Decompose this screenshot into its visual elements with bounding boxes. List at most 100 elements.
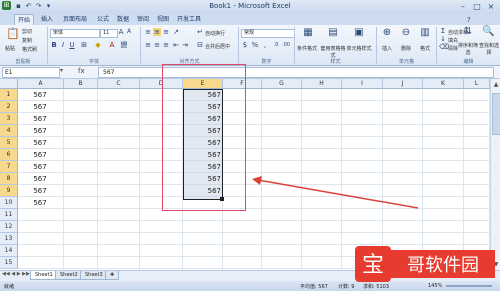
currency-icon[interactable]: $: [241, 41, 249, 49]
increase-decimal-icon[interactable]: .0: [272, 41, 280, 49]
zoom-level[interactable]: 145%: [428, 283, 442, 289]
fill-color-icon[interactable]: ◆: [94, 41, 102, 49]
row-header-13[interactable]: 13: [0, 233, 18, 245]
office-button-icon[interactable]: ⊞: [2, 1, 11, 10]
comma-icon[interactable]: ,: [261, 41, 269, 49]
cell-A10[interactable]: 567: [18, 197, 64, 209]
help-icon[interactable]: ?: [467, 16, 471, 24]
font-name-select[interactable]: 宋体: [50, 29, 100, 38]
align-left-icon[interactable]: ≡: [144, 41, 152, 49]
insert-cells-icon[interactable]: ⊕: [381, 28, 393, 41]
column-header-B[interactable]: B: [64, 79, 98, 89]
row-header-8[interactable]: 8: [0, 173, 18, 185]
fill-icon[interactable]: ↓: [439, 35, 447, 43]
sheet-nav-icons[interactable]: ◀◀ ◀ ▶ ▶▶: [2, 271, 30, 277]
format-painter-button[interactable]: 格式刷: [22, 46, 37, 53]
cell-A9[interactable]: 567: [18, 185, 64, 197]
cell-A1[interactable]: 567: [18, 89, 64, 101]
paste-label[interactable]: 粘贴: [5, 45, 15, 52]
clear-icon[interactable]: ⌫: [439, 43, 449, 51]
merge-center-label[interactable]: 合并后居中: [205, 43, 230, 50]
row-header-6[interactable]: 6: [0, 149, 18, 161]
sort-filter-icon[interactable]: ⇅: [462, 27, 474, 40]
number-format-select[interactable]: 常规: [241, 29, 295, 38]
cell-A6[interactable]: 567: [18, 149, 64, 161]
conditional-format-label[interactable]: 条件格式: [297, 45, 317, 52]
maximize-icon[interactable]: □: [470, 1, 484, 12]
paste-icon[interactable]: 📋: [6, 28, 20, 42]
row-header-11[interactable]: 11: [0, 209, 18, 221]
align-top-icon[interactable]: ≡: [144, 28, 152, 36]
tab-review[interactable]: 审阅: [134, 14, 152, 25]
sheet-tab-1[interactable]: Sheet1: [30, 271, 58, 280]
column-header-J[interactable]: J: [383, 79, 423, 89]
cell-A7[interactable]: 567: [18, 161, 64, 173]
find-select-icon[interactable]: 🔍: [482, 27, 494, 40]
phonetic-icon[interactable]: 變: [120, 41, 128, 49]
row-header-3[interactable]: 3: [0, 113, 18, 125]
undo-icon[interactable]: ↶: [24, 2, 33, 11]
minimize-icon[interactable]: –: [456, 1, 470, 12]
quick-access-dropdown-icon[interactable]: ▾: [44, 2, 53, 11]
font-size-select[interactable]: 11: [100, 29, 118, 38]
row-header-9[interactable]: 9: [0, 185, 18, 197]
table-format-label[interactable]: 套用表格格式: [320, 45, 346, 59]
align-middle-icon[interactable]: ≡: [153, 28, 161, 36]
fx-icon[interactable]: fx: [78, 67, 98, 76]
percent-icon[interactable]: %: [251, 41, 259, 49]
tab-page-layout[interactable]: 页面布局: [60, 14, 90, 25]
italic-icon[interactable]: I: [59, 41, 67, 49]
row-header-1[interactable]: 1: [0, 89, 18, 101]
increase-indent-icon[interactable]: ⇥: [181, 41, 189, 49]
cell-A4[interactable]: 567: [18, 125, 64, 137]
align-center-icon[interactable]: ≡: [153, 41, 161, 49]
cell-style-label[interactable]: 单元格样式: [346, 45, 372, 52]
cut-button[interactable]: 剪切: [22, 28, 32, 35]
name-box-dropdown-icon[interactable]: ▾: [60, 67, 63, 74]
cell-A8[interactable]: 567: [18, 173, 64, 185]
close-icon[interactable]: ×: [484, 1, 498, 12]
format-cells-label[interactable]: 格式: [420, 45, 430, 52]
cell-A5[interactable]: 567: [18, 137, 64, 149]
row-header-12[interactable]: 12: [0, 221, 18, 233]
column-header-H[interactable]: H: [302, 79, 342, 89]
delete-cells-label[interactable]: 删除: [401, 45, 411, 52]
merge-center-icon[interactable]: ⊟: [196, 41, 204, 49]
sheet-tab-3[interactable]: Sheet3: [80, 271, 108, 280]
wrap-text-icon[interactable]: ↵: [196, 28, 204, 36]
column-header-G[interactable]: G: [262, 79, 302, 89]
tab-home[interactable]: 开始: [14, 14, 35, 25]
autosum-icon[interactable]: Σ: [439, 27, 447, 35]
scroll-up-icon[interactable]: ▲: [492, 81, 500, 89]
row-header-7[interactable]: 7: [0, 161, 18, 173]
align-bottom-icon[interactable]: ≡: [162, 28, 170, 36]
cell-style-icon[interactable]: ▣: [353, 28, 365, 41]
formula-input[interactable]: 567: [98, 67, 494, 78]
table-format-icon[interactable]: ▤: [327, 28, 339, 41]
decrease-decimal-icon[interactable]: .00: [282, 41, 290, 49]
select-all-corner[interactable]: [0, 79, 18, 89]
zoom-slider[interactable]: [446, 285, 492, 287]
row-header-15[interactable]: 15: [0, 257, 18, 269]
column-header-A[interactable]: A: [18, 79, 64, 89]
row-header-14[interactable]: 14: [0, 245, 18, 257]
sort-filter-label[interactable]: 排序和筛选: [457, 42, 479, 56]
cell-A2[interactable]: 567: [18, 101, 64, 113]
underline-icon[interactable]: U: [68, 41, 76, 49]
redo-icon[interactable]: ↷: [34, 2, 43, 11]
save-icon[interactable]: ▪: [14, 2, 23, 11]
name-box[interactable]: E1: [2, 67, 60, 78]
copy-button[interactable]: 复制: [22, 37, 32, 44]
column-header-L[interactable]: L: [464, 79, 490, 89]
tab-insert[interactable]: 插入: [38, 14, 56, 25]
align-right-icon[interactable]: ≡: [162, 41, 170, 49]
conditional-format-icon[interactable]: ▦: [302, 28, 314, 41]
insert-cells-label[interactable]: 插入: [382, 45, 392, 52]
decrease-indent-icon[interactable]: ⇤: [172, 41, 180, 49]
find-select-label[interactable]: 查找和选择: [478, 42, 500, 56]
cell-A3[interactable]: 567: [18, 113, 64, 125]
grow-font-icon[interactable]: A: [117, 28, 125, 36]
format-cells-icon[interactable]: ▥: [419, 28, 431, 41]
tab-data[interactable]: 数据: [114, 14, 132, 25]
column-header-C[interactable]: C: [98, 79, 140, 89]
